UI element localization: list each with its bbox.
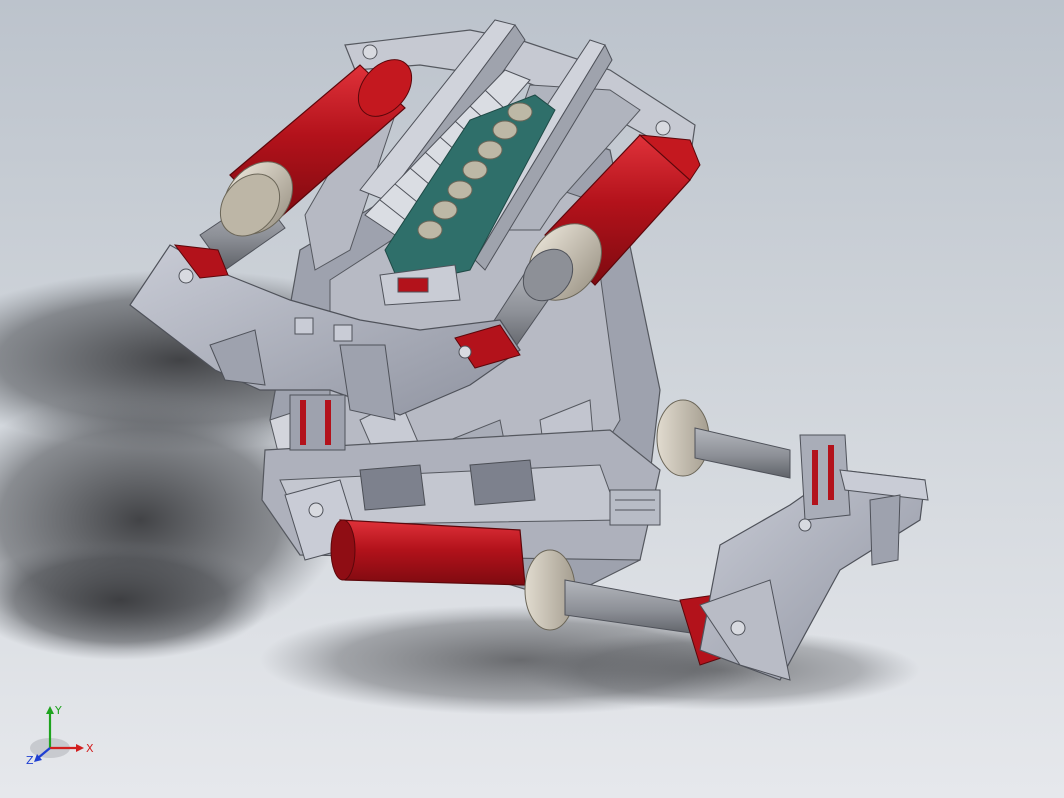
x-axis-label: X bbox=[86, 742, 94, 755]
lower-right-cylinder[interactable] bbox=[656, 399, 791, 479]
cad-model-view[interactable] bbox=[0, 0, 1064, 798]
coordinate-triad: Y X Z bbox=[22, 700, 102, 772]
graphics-viewport[interactable]: Y X Z bbox=[0, 0, 1064, 798]
z-axis-label: Z bbox=[26, 754, 34, 767]
y-axis-label: Y bbox=[54, 704, 62, 717]
x-axis-arrow-icon bbox=[76, 744, 84, 752]
y-axis-arrow-icon bbox=[46, 706, 54, 714]
triad-svg: Y X Z bbox=[26, 704, 94, 767]
